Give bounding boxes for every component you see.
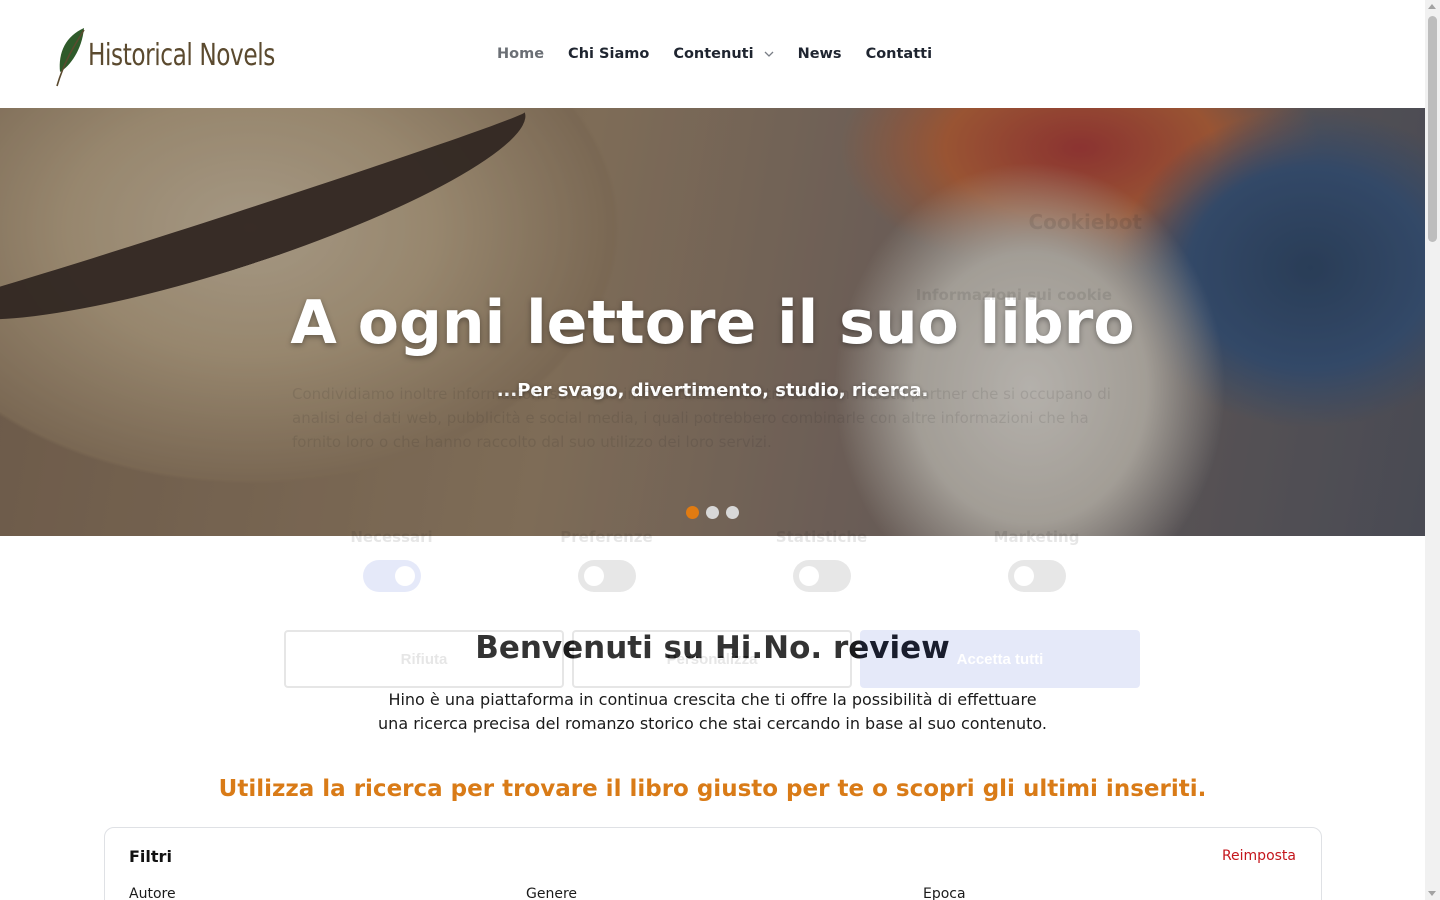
category-label: Marketing — [993, 528, 1080, 546]
nav-contatti-label: Contatti — [865, 46, 933, 62]
cookie-category-preferenze: Preferenze — [499, 528, 714, 592]
nav-contenuti[interactable]: Contenuti — [673, 46, 774, 62]
filter-label-epoca: Epoca — [923, 886, 966, 900]
nav-chi-siamo-label: Chi Siamo — [568, 46, 650, 62]
marketing-toggle[interactable] — [1007, 560, 1066, 592]
nav-contatti[interactable]: Contatti — [866, 46, 932, 62]
reject-button[interactable]: Rifiuta — [284, 630, 564, 688]
preferenze-toggle[interactable] — [577, 560, 636, 592]
cookie-category-marketing: Marketing — [929, 528, 1144, 592]
cookie-actions: Rifiuta Personalizza Accetta tutti — [284, 630, 1148, 688]
nav-contenuti-label: Contenuti — [673, 46, 754, 62]
category-label: Necessari — [350, 528, 433, 546]
nav-chi-siamo[interactable]: Chi Siamo — [568, 46, 649, 62]
cookie-categories: Necessari Preferenze Statistiche Marketi… — [284, 528, 1144, 592]
feather-icon — [56, 28, 85, 87]
logo-text: Historical Novels — [88, 38, 275, 73]
scroll-up-arrow-icon[interactable] — [1428, 4, 1436, 9]
main-nav: Home Chi Siamo Contenuti News Contatti — [497, 46, 956, 62]
nav-news-label: News — [797, 46, 842, 62]
cookie-category-statistiche: Statistiche — [714, 528, 929, 592]
search-callout: Utilizza la ricerca per trovare il libro… — [218, 776, 1207, 802]
cookie-dialog-title: Informazioni sui cookie — [915, 286, 1112, 304]
filters-panel: Filtri Reimposta Autore Genere Epoca — [104, 827, 1322, 900]
cookie-dialog-text: Condividiamo inoltre informazioni sul mo… — [292, 385, 1111, 451]
site-logo[interactable]: Historical Novels — [54, 26, 275, 88]
category-label: Preferenze — [560, 528, 653, 546]
nav-news[interactable]: News — [798, 46, 842, 62]
customize-button[interactable]: Personalizza — [572, 630, 852, 688]
page-scrollbar[interactable] — [1425, 0, 1440, 900]
scroll-down-arrow-icon[interactable] — [1428, 891, 1436, 896]
filter-label-genere: Genere — [526, 886, 578, 900]
nav-home[interactable]: Home — [497, 46, 544, 62]
cookie-consent-dialog[interactable]: Cookiebot Informazioni sui cookie Condiv… — [262, 190, 1162, 750]
reset-filters-link[interactable]: Reimposta — [1222, 848, 1296, 864]
accept-all-button[interactable]: Accetta tutti — [860, 630, 1140, 688]
cookie-category-necessari: Necessari — [284, 528, 499, 592]
cookiebot-logo: Cookiebot — [1028, 210, 1143, 234]
filter-label-autore: Autore — [129, 886, 176, 900]
category-label: Statistiche — [775, 528, 868, 546]
necessari-toggle[interactable] — [362, 560, 421, 592]
statistiche-toggle[interactable] — [792, 560, 851, 592]
chevron-down-icon — [764, 51, 774, 57]
scrollbar-thumb[interactable] — [1428, 16, 1437, 242]
site-header: Historical Novels Home Chi Siamo Contenu… — [0, 0, 1425, 108]
nav-home-label: Home — [497, 46, 545, 62]
filters-title: Filtri — [129, 847, 172, 866]
